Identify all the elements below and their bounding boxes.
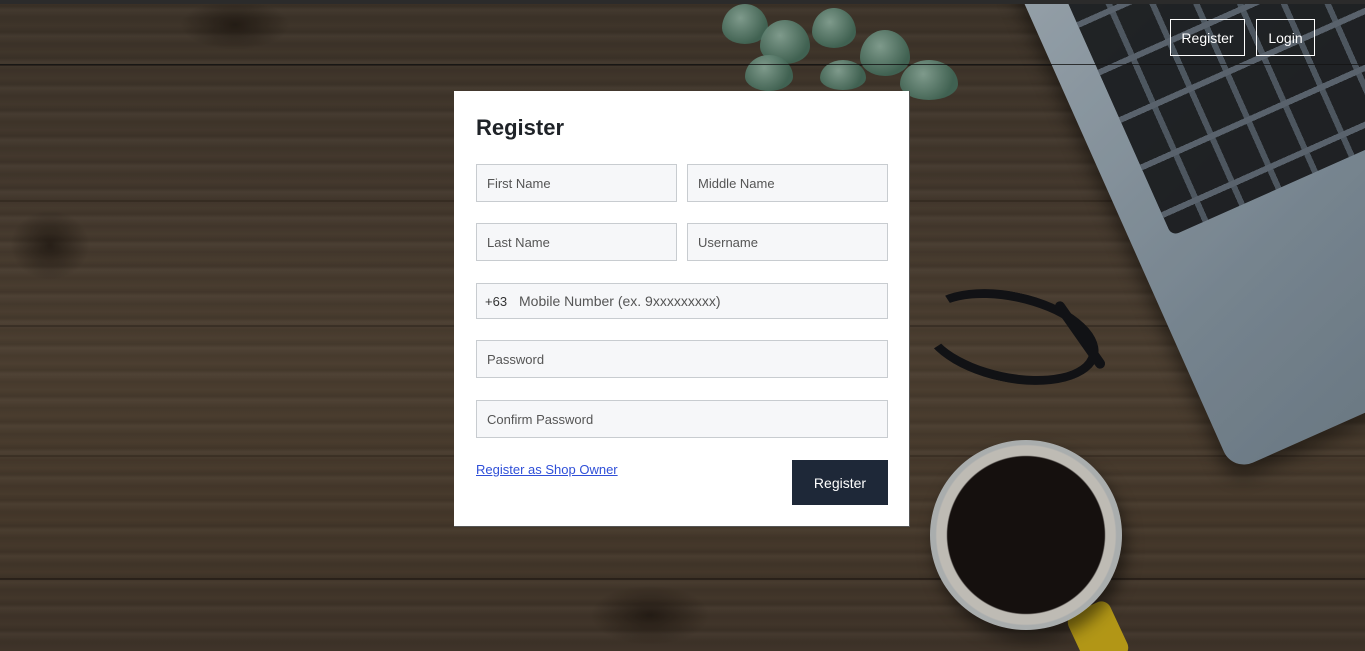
- first-name-field[interactable]: [476, 164, 677, 202]
- top-navbar: Register Login: [0, 0, 1365, 65]
- username-field[interactable]: [687, 223, 888, 261]
- mobile-number-field[interactable]: [517, 284, 887, 318]
- confirm-password-field[interactable]: [476, 400, 888, 438]
- nav-register-button[interactable]: Register: [1170, 19, 1245, 56]
- nav-login-button[interactable]: Login: [1256, 19, 1315, 56]
- password-field[interactable]: [476, 340, 888, 378]
- register-shop-owner-link[interactable]: Register as Shop Owner: [476, 462, 618, 477]
- country-code-prefix: +63: [485, 293, 508, 309]
- mobile-number-group: +63: [476, 283, 888, 319]
- register-card: Register +63 Register as Shop Owner Regi…: [454, 91, 910, 527]
- register-submit-button[interactable]: Register: [792, 460, 888, 505]
- last-name-field[interactable]: [476, 223, 677, 261]
- middle-name-field[interactable]: [687, 164, 888, 202]
- form-title: Register: [476, 115, 565, 140]
